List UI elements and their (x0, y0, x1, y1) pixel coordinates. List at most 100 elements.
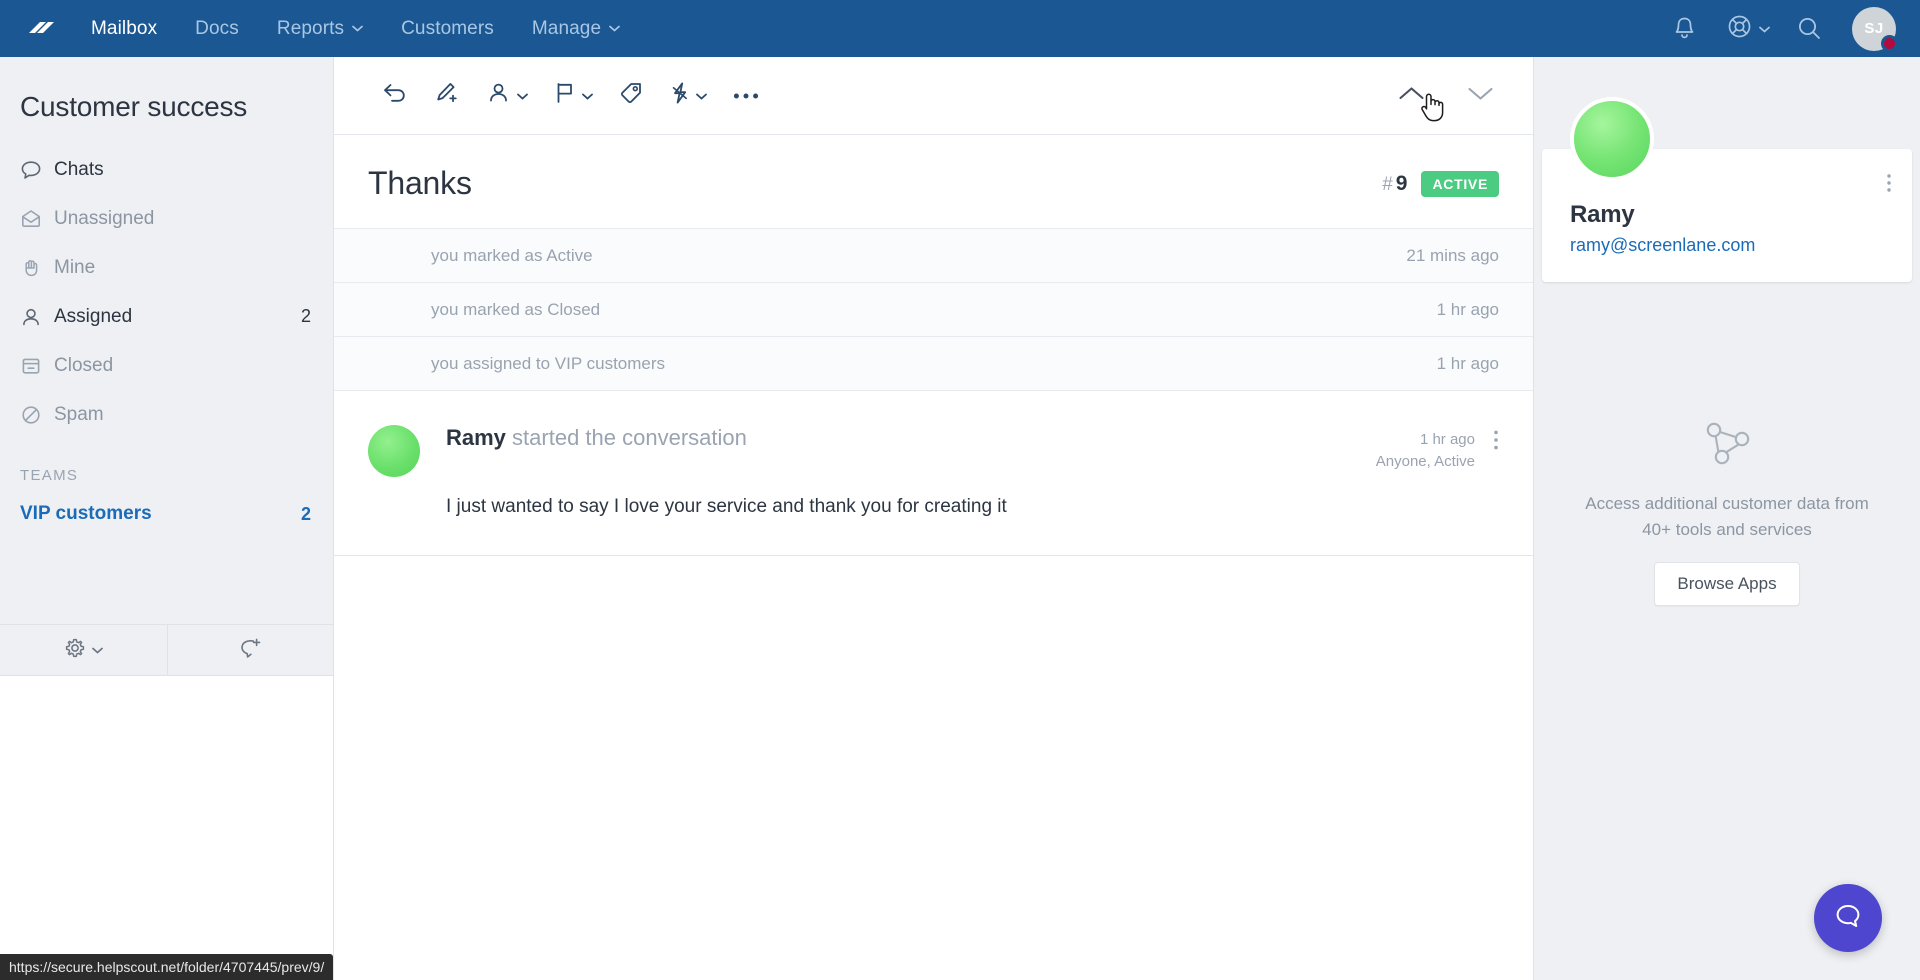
conversation-number-value: 9 (1395, 171, 1408, 195)
chevron-down-icon (91, 641, 103, 659)
message-thread: Ramy started the conversation 1 hr ago A… (334, 391, 1533, 556)
tag-button[interactable] (606, 73, 657, 118)
primary-nav-items: Mailbox Docs Reports Customers Manage (72, 0, 639, 57)
chat-bubble-icon (1832, 900, 1864, 937)
conversation-meta: #9 ACTIVE (1382, 170, 1499, 197)
main-body: Customer success Chats Unassigned Mine A… (0, 57, 1920, 980)
status-badge (1881, 34, 1898, 52)
message-item: Ramy started the conversation 1 hr ago A… (334, 391, 1533, 556)
message-action: started the conversation (512, 425, 747, 450)
nav-item-label: Reports (276, 17, 345, 39)
nav-item-label: Customers (401, 17, 494, 39)
activity-text: you marked as Active (431, 245, 593, 265)
sidebar-item-assigned[interactable]: Assigned 2 (0, 292, 333, 341)
search-icon[interactable] (1780, 0, 1838, 57)
bell-icon[interactable] (1655, 0, 1713, 57)
settings-menu-button[interactable] (0, 625, 167, 675)
ellipsis-vertical-icon[interactable] (1493, 425, 1499, 456)
activity-row: you marked as Active 21 mins ago (334, 229, 1533, 283)
ellipsis-vertical-icon[interactable] (1886, 173, 1892, 198)
person-assign-icon (487, 81, 511, 110)
avatar (368, 425, 420, 477)
folder-list: Chats Unassigned Mine Assigned 2 Closed … (0, 143, 333, 439)
conversation-header: Thanks #9 ACTIVE (334, 135, 1533, 228)
sidebar-item-unassigned[interactable]: Unassigned (0, 194, 333, 243)
sidebar-item-mine[interactable]: Mine (0, 243, 333, 292)
envelope-open-icon (20, 208, 54, 230)
reply-button[interactable] (368, 73, 421, 118)
conversation-nav (1385, 77, 1507, 121)
previous-conversation-button[interactable] (1385, 77, 1438, 115)
gear-icon (64, 637, 86, 664)
chevron-down-icon (352, 25, 363, 32)
top-navigation-bar: Mailbox Docs Reports Customers Manage SJ (0, 0, 1920, 57)
customer-avatar (1570, 97, 1654, 181)
person-icon (20, 306, 54, 328)
help-menu-button[interactable] (1713, 0, 1780, 57)
browse-apps-button[interactable]: Browse Apps (1654, 562, 1800, 606)
chat-bubble-icon (20, 159, 54, 181)
activity-list: you marked as Active 21 mins ago you mar… (334, 228, 1533, 391)
nav-item-mailbox[interactable]: Mailbox (72, 0, 176, 57)
sidebar-empty-area (0, 676, 333, 980)
avatar[interactable]: SJ (1852, 6, 1898, 52)
lightning-icon (670, 81, 690, 110)
sidebar-item-spam[interactable]: Spam (0, 390, 333, 439)
message-header: Ramy started the conversation 1 hr ago A… (446, 425, 1499, 473)
archive-icon (20, 355, 54, 377)
message-assignment: Anyone, Active (1375, 452, 1475, 470)
assign-button[interactable] (474, 73, 541, 118)
chevron-down-icon (1759, 20, 1770, 38)
activity-time: 1 hr ago (1436, 299, 1499, 319)
helpscout-logo-icon[interactable] (8, 14, 72, 44)
chevron-down-icon (517, 87, 528, 105)
sidebar-item-label: Closed (54, 354, 114, 376)
nav-item-label: Manage (531, 17, 602, 39)
next-conversation-button[interactable] (1454, 77, 1507, 115)
add-note-button[interactable] (421, 73, 474, 118)
sidebar-item-chats[interactable]: Chats (0, 145, 333, 194)
sidebar-item-label: Chats (54, 158, 104, 180)
customer-email[interactable]: ramy@screenlane.com (1570, 235, 1884, 256)
page-title: Customer success (20, 91, 248, 122)
conversation-toolbar (334, 57, 1533, 135)
no-entry-icon (20, 404, 54, 426)
sidebar-item-count: 2 (300, 306, 311, 326)
message-body: Ramy started the conversation 1 hr ago A… (446, 425, 1499, 521)
status-button[interactable] (541, 73, 606, 118)
more-actions-button[interactable] (720, 79, 772, 113)
activity-row: you assigned to VIP customers 1 hr ago (334, 337, 1533, 391)
activity-time: 21 mins ago (1406, 245, 1499, 265)
apps-promo: Access additional customer data from 40+… (1534, 417, 1920, 606)
nav-right-actions: SJ (1655, 0, 1920, 57)
sidebar-item-label: Mine (54, 256, 96, 278)
customer-card: Ramy ramy@screenlane.com (1542, 97, 1912, 282)
flag-icon (554, 81, 576, 110)
nav-item-docs[interactable]: Docs (176, 0, 258, 57)
chevron-down-icon (582, 87, 593, 105)
nav-item-manage[interactable]: Manage (513, 0, 639, 57)
tag-icon (619, 81, 644, 110)
activity-time: 1 hr ago (1436, 353, 1499, 373)
message-author: Ramy (446, 425, 506, 450)
sidebar-item-count: 2 (300, 503, 311, 524)
sidebar-item-label: VIP customers (20, 503, 152, 524)
sidebar-item-closed[interactable]: Closed (0, 341, 333, 390)
apps-network-icon (1534, 417, 1920, 469)
customer-name: Ramy (1570, 201, 1635, 228)
ellipsis-horizontal-icon (733, 87, 759, 105)
sidebar-item-vip-customers[interactable]: VIP customers 2 (0, 494, 333, 534)
nav-item-customers[interactable]: Customers (382, 0, 513, 57)
life-ring-icon (1727, 14, 1752, 44)
message-time: 1 hr ago (1419, 431, 1475, 448)
nav-item-reports[interactable]: Reports (258, 0, 382, 57)
status-badge: ACTIVE (1421, 170, 1499, 197)
beacon-chat-button[interactable] (1814, 884, 1882, 952)
activity-text: you marked as Closed (431, 299, 601, 319)
message-text: I just wanted to say I love your service… (446, 495, 1007, 517)
new-conversation-button[interactable] (166, 625, 334, 675)
reply-arrow-icon (381, 81, 408, 110)
message-title: Ramy started the conversation (446, 425, 1376, 451)
new-conversation-icon (238, 636, 262, 665)
saved-replies-button[interactable] (657, 73, 720, 118)
